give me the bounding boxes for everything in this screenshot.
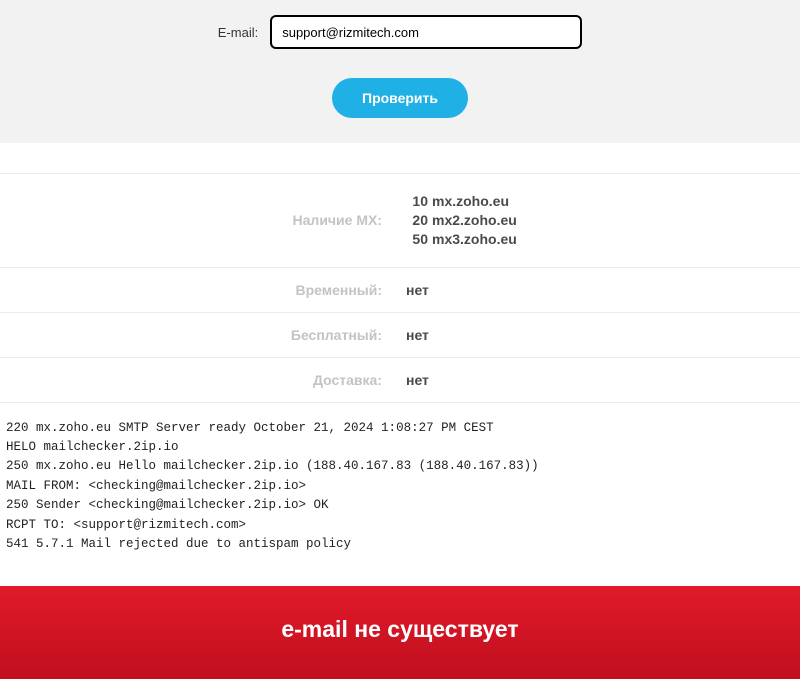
delivery-label: Доставка: [0, 372, 400, 388]
mx-record: 10mx.zoho.eu [406, 192, 800, 211]
result-row-free: Бесплатный: нет [0, 313, 800, 358]
mx-host: mx.zoho.eu [432, 193, 509, 209]
mx-host: mx2.zoho.eu [432, 212, 517, 228]
smtp-log: 220 mx.zoho.eu SMTP Server ready October… [0, 403, 800, 587]
free-value: нет [400, 327, 800, 343]
mx-host: mx3.zoho.eu [432, 231, 517, 247]
results-section: Наличие MX: 10mx.zoho.eu20mx2.zoho.eu50m… [0, 143, 800, 403]
temporary-value: нет [400, 282, 800, 298]
mx-value: 10mx.zoho.eu20mx2.zoho.eu50mx3.zoho.eu [400, 192, 800, 249]
mx-priority: 50 [406, 230, 428, 249]
result-row-mx: Наличие MX: 10mx.zoho.eu20mx2.zoho.eu50m… [0, 173, 800, 268]
mx-record: 20mx2.zoho.eu [406, 211, 800, 230]
mx-priority: 20 [406, 211, 428, 230]
mx-label: Наличие MX: [0, 212, 400, 228]
email-label: E-mail: [218, 25, 258, 40]
mx-record: 50mx3.zoho.eu [406, 230, 800, 249]
email-input[interactable] [270, 15, 582, 49]
result-row-temporary: Временный: нет [0, 268, 800, 313]
submit-row: Проверить [0, 78, 800, 118]
email-form-row: E-mail: [0, 10, 800, 64]
temporary-label: Временный: [0, 282, 400, 298]
result-row-delivery: Доставка: нет [0, 358, 800, 403]
status-banner: e-mail не существует [0, 586, 800, 679]
check-button[interactable]: Проверить [332, 78, 468, 118]
free-label: Бесплатный: [0, 327, 400, 343]
form-section: E-mail: Проверить [0, 0, 800, 143]
mx-priority: 10 [406, 192, 428, 211]
delivery-value: нет [400, 372, 800, 388]
